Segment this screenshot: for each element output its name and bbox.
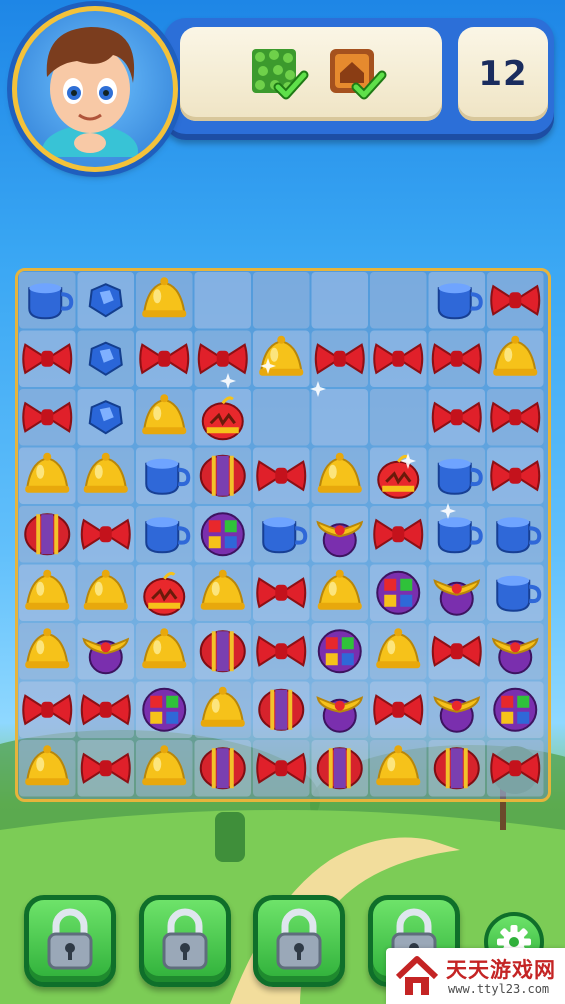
- ball-tile[interactable]: [258, 688, 305, 731]
- board-cell: [370, 272, 427, 329]
- cube-tile[interactable]: [142, 687, 187, 732]
- lock-icon: [162, 908, 208, 970]
- watermark-url: www.ttyl23.com: [448, 982, 550, 996]
- boy-character-icon: [42, 27, 138, 167]
- board-cell: [253, 389, 310, 446]
- ball-tile[interactable]: [199, 630, 246, 673]
- crate-house-icon: [330, 49, 387, 100]
- lock-icon: [47, 908, 93, 970]
- cube-tile[interactable]: [376, 570, 421, 615]
- lock-icon: [276, 908, 322, 970]
- board-cell: [311, 272, 368, 329]
- moves-counter: 12: [458, 27, 548, 121]
- tile-grid[interactable]: [18, 271, 548, 799]
- board-cell: [311, 389, 368, 446]
- ball-tile[interactable]: [433, 747, 480, 790]
- ball-tile[interactable]: [199, 454, 246, 497]
- ball-tile[interactable]: [24, 513, 71, 556]
- level-goals-box: [180, 27, 442, 121]
- cube-tile[interactable]: [493, 687, 538, 732]
- booster-slot-2[interactable]: [139, 895, 231, 987]
- cube-tile[interactable]: [200, 512, 245, 557]
- watermark-title: 天天游戏网: [446, 958, 556, 982]
- board-cell: [370, 389, 427, 446]
- moves-left-value: 12: [478, 54, 528, 94]
- booster-slot-1[interactable]: [24, 895, 116, 987]
- booster-slot-3[interactable]: [253, 895, 345, 987]
- site-watermark: 天天游戏网 www.ttyl23.com: [386, 948, 565, 1004]
- cube-tile[interactable]: [317, 629, 362, 674]
- board-cell: [194, 272, 251, 329]
- grass-tile-icon: [252, 49, 309, 100]
- player-avatar[interactable]: [12, 6, 178, 172]
- ball-tile[interactable]: [316, 747, 363, 790]
- board-cell: [253, 272, 310, 329]
- house-logo-icon: [395, 956, 439, 995]
- ball-tile[interactable]: [199, 747, 246, 790]
